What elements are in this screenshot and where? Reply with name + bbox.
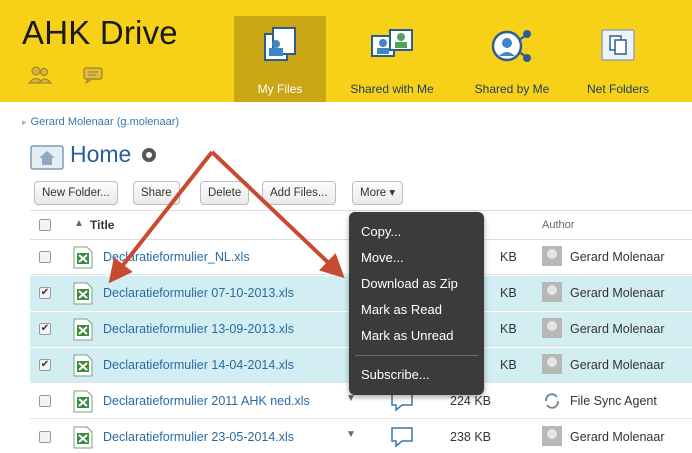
excel-file-icon (73, 390, 93, 413)
breadcrumb-label: Gerard Molenaar (g.molenaar) (30, 116, 180, 128)
add-files-button[interactable]: Add Files... (262, 181, 336, 205)
excel-file-icon (73, 426, 93, 449)
row-checkbox[interactable]: ✔ (39, 287, 51, 299)
row-checkbox[interactable]: ✔ (39, 359, 51, 371)
breadcrumb-arrow-icon: ▸ (22, 117, 27, 127)
menu-divider (355, 355, 478, 356)
menu-item-copy[interactable]: Copy... (361, 224, 401, 239)
column-author[interactable]: Author (542, 219, 574, 231)
excel-file-icon (73, 318, 93, 341)
file-name-link[interactable]: Declaratieformulier_NL.xls (103, 250, 250, 264)
file-name-link[interactable]: Declaratieformulier 14-04-2014.xls (103, 358, 294, 372)
excel-file-icon (73, 354, 93, 377)
net-folders-icon (601, 29, 635, 61)
tab-label: Shared with Me (350, 82, 434, 96)
app-window: AHK Drive My Files Shared with Me Shared… (0, 0, 692, 453)
file-size: KB (500, 286, 517, 300)
top-bar: AHK Drive My Files Shared with Me Shared… (0, 0, 692, 102)
sync-agent-icon (544, 393, 560, 409)
gear-icon[interactable] (140, 146, 158, 164)
excel-file-icon (73, 282, 93, 305)
menu-item-mark-unread[interactable]: Mark as Unread (361, 328, 453, 343)
file-name-link[interactable]: Declaratieformulier 2011 AHK ned.xls (103, 394, 310, 408)
row-checkbox[interactable] (39, 431, 51, 443)
shared-by-me-icon (491, 30, 531, 62)
page-title: Home (70, 141, 132, 167)
share-button[interactable]: Share (133, 181, 180, 205)
tab-shared-with-me[interactable]: Shared with Me (340, 16, 444, 102)
tab-shared-by-me[interactable]: Shared by Me (460, 16, 564, 102)
my-files-icon (264, 27, 296, 61)
row-checkbox[interactable]: ✔ (39, 323, 51, 335)
row-menu-caret-icon[interactable]: ▼ (346, 429, 356, 440)
tab-my-files[interactable]: My Files (234, 16, 326, 102)
author-name: Gerard Molenaar (570, 322, 665, 336)
home-folder-icon (30, 145, 64, 170)
file-size: KB (500, 322, 517, 336)
chat-icon[interactable] (82, 66, 106, 84)
file-size: 224 KB (450, 394, 492, 408)
users-icon[interactable] (28, 66, 52, 84)
more-dropdown-menu: Copy... Move... Download as Zip Mark as … (349, 212, 484, 395)
delete-button[interactable]: Delete (200, 181, 250, 205)
menu-item-move[interactable]: Move... (361, 250, 404, 265)
avatar (542, 318, 562, 338)
author-name: Gerard Molenaar (570, 250, 665, 264)
avatar (542, 246, 562, 266)
column-title[interactable]: Title (90, 218, 114, 232)
avatar (542, 354, 562, 374)
new-folder-button[interactable]: New Folder... (34, 181, 118, 205)
author-name: Gerard Molenaar (570, 286, 665, 300)
author-name: Gerard Molenaar (570, 430, 665, 444)
author-name: File Sync Agent (570, 394, 657, 408)
menu-item-mark-read[interactable]: Mark as Read (361, 302, 442, 317)
menu-item-subscribe[interactable]: Subscribe... (361, 367, 430, 382)
file-size: KB (500, 250, 517, 264)
tab-label: My Files (257, 82, 303, 96)
row-checkbox[interactable] (39, 395, 51, 407)
excel-file-icon (73, 246, 93, 269)
breadcrumb[interactable]: ▸ Gerard Molenaar (g.molenaar) (22, 116, 179, 128)
file-name-link[interactable]: Declaratieformulier 07-10-2013.xls (103, 286, 294, 300)
file-name-link[interactable]: Declaratieformulier 23-05-2014.xls (103, 430, 294, 444)
tab-label: Net Folders (586, 82, 650, 96)
tab-label: Shared by Me (474, 82, 550, 96)
select-all-checkbox[interactable] (39, 219, 51, 231)
comment-icon[interactable] (390, 426, 414, 448)
file-size: 238 KB (450, 430, 492, 444)
more-button[interactable]: More ▾ (352, 181, 404, 205)
author-name: Gerard Molenaar (570, 358, 665, 372)
file-name-link[interactable]: Declaratieformulier 13-09-2013.xls (103, 322, 294, 336)
avatar (542, 426, 562, 446)
sort-ascending-icon[interactable]: ▲ (74, 218, 84, 229)
shared-with-me-icon (371, 29, 413, 57)
brand-title: AHK Drive (22, 14, 178, 51)
tab-net-folders[interactable]: Net Folders (572, 16, 664, 102)
avatar (542, 282, 562, 302)
table-row[interactable]: Declaratieformulier 23-05-2014.xls ▼ 238 K… (30, 420, 692, 453)
menu-item-download-zip[interactable]: Download as Zip (361, 276, 458, 291)
row-checkbox[interactable] (39, 251, 51, 263)
file-size: KB (500, 358, 517, 372)
